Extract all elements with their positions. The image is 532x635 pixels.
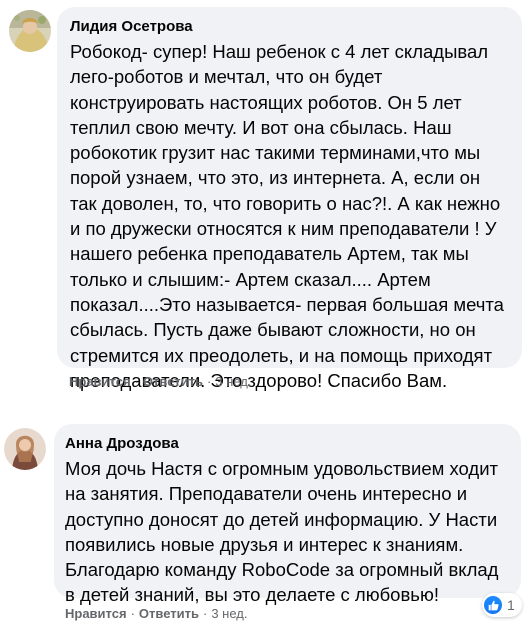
avatar-photo-icon <box>9 10 51 52</box>
comment-actions: Нравится · Ответить · 3 нед. <box>65 606 248 622</box>
avatar[interactable] <box>4 428 46 470</box>
like-button[interactable]: Нравится <box>69 374 131 389</box>
comment-actions: Нравится · Ответить · 3 нед. <box>69 374 252 390</box>
separator: · <box>202 606 208 621</box>
reaction-count: 1 <box>507 597 515 613</box>
separator: · <box>130 606 135 621</box>
comment-bubble: Лидия Осетрова Робокод- супер! Наш ребен… <box>57 7 522 391</box>
comments-thread: Лидия Осетрова Робокод- супер! Наш ребен… <box>0 0 532 635</box>
separator: · <box>206 374 212 389</box>
comment-timestamp[interactable]: 3 нед. <box>215 374 251 389</box>
comment-text: Робокод- супер! Наш ребенок с 4 лет скла… <box>70 41 504 391</box>
avatar[interactable] <box>9 10 51 52</box>
comment-author[interactable]: Лидия Осетрова <box>70 18 508 36</box>
separator: · <box>134 374 139 389</box>
comment-author[interactable]: Анна Дроздова <box>65 435 509 453</box>
comment-bubble: Анна Дроздова Моя дочь Настя с огромным … <box>54 424 521 605</box>
comment-text: Моя дочь Настя с огромным удовольствием … <box>65 458 499 606</box>
reply-button[interactable]: Ответить <box>143 374 203 389</box>
reply-button[interactable]: Ответить <box>139 606 199 621</box>
avatar-photo-icon <box>4 428 46 470</box>
comment-timestamp[interactable]: 3 нед. <box>211 606 247 621</box>
thumbs-up-icon <box>484 596 502 614</box>
reaction-summary[interactable]: 1 <box>482 593 522 617</box>
like-button[interactable]: Нравится <box>65 606 127 621</box>
